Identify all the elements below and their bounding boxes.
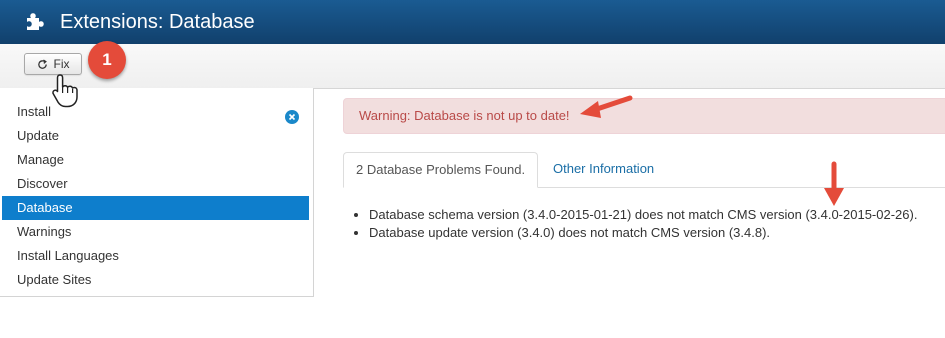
sidebar-item-database[interactable]: Database (2, 196, 309, 220)
hand-cursor-icon (52, 74, 78, 108)
puzzle-icon (27, 13, 44, 30)
annotation-arrow-version (824, 161, 844, 206)
list-item: Database update version (3.4.0) does not… (369, 224, 917, 242)
annotation-arrow-alert (580, 95, 633, 118)
tab-bar: 2 Database Problems Found. Other Informa… (343, 152, 945, 188)
sidebar-item-update-sites[interactable]: Update Sites (2, 268, 309, 292)
sidebar-item-install[interactable]: Install (2, 100, 309, 124)
sidebar-item-update[interactable]: Update (2, 124, 309, 148)
problem-list: Database schema version (3.4.0-2015-01-2… (353, 206, 917, 242)
tab-database-problems[interactable]: 2 Database Problems Found. (343, 152, 539, 188)
sidebar-close-icon[interactable] (285, 110, 299, 124)
tab-other-information[interactable]: Other Information (541, 152, 666, 187)
sidebar-nav: Install Update Manage Discover Database … (0, 88, 313, 292)
warning-alert: Warning: Database is not up to date! (343, 98, 945, 134)
sidebar-item-manage[interactable]: Manage (2, 148, 309, 172)
page-title: Extensions: Database (60, 10, 255, 33)
fix-button-label: Fix (53, 57, 70, 71)
sidebar-item-discover[interactable]: Discover (2, 172, 309, 196)
sidebar: Install Update Manage Discover Database … (0, 88, 314, 297)
page-header: Extensions: Database (0, 0, 945, 44)
step-badge: 1 (88, 41, 126, 79)
refresh-icon (37, 59, 47, 69)
sidebar-item-warnings[interactable]: Warnings (2, 220, 309, 244)
sidebar-item-install-languages[interactable]: Install Languages (2, 244, 309, 268)
close-icon (288, 113, 296, 121)
warning-alert-text: Warning: Database is not up to date! (359, 108, 570, 123)
toolbar: Fix (0, 44, 945, 89)
